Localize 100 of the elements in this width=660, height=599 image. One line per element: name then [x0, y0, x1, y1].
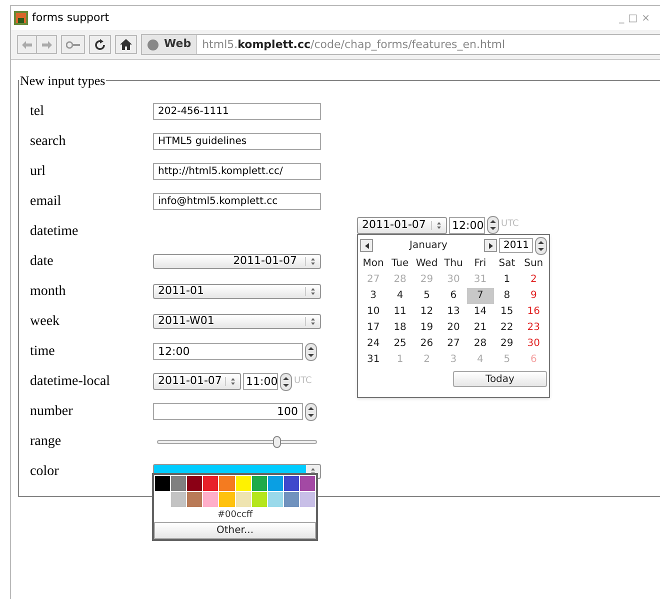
- weekday-header: Sun: [523, 257, 544, 271]
- calendar-day[interactable]: 25: [386, 336, 414, 352]
- color-swatch[interactable]: [268, 492, 283, 507]
- calendar-day[interactable]: 1: [494, 272, 520, 288]
- color-swatch[interactable]: [268, 476, 283, 491]
- spin-arrows-icon: [310, 287, 316, 296]
- calendar-day[interactable]: 14: [466, 304, 494, 320]
- field-label: number: [30, 403, 74, 421]
- dropdown-field[interactable]: 2011-01-07: [153, 254, 321, 269]
- weekday-header: Thu: [443, 257, 464, 271]
- field-label: datetime: [30, 223, 80, 241]
- calendar-day[interactable]: 8: [494, 288, 520, 304]
- color-swatch[interactable]: [203, 492, 218, 507]
- next-month-button[interactable]: [484, 239, 497, 252]
- home-button[interactable]: [115, 35, 137, 54]
- color-swatch[interactable]: [219, 476, 234, 491]
- color-swatch[interactable]: [284, 476, 299, 491]
- calendar-day[interactable]: 7: [466, 288, 494, 304]
- spin-button[interactable]: [280, 372, 292, 390]
- spin-button[interactable]: [305, 402, 317, 420]
- time-field[interactable]: 12:00: [449, 216, 485, 234]
- color-swatch[interactable]: [203, 476, 218, 491]
- color-swatch[interactable]: [252, 492, 267, 507]
- spin-field[interactable]: 12:00: [153, 343, 303, 360]
- color-swatch[interactable]: [284, 492, 299, 507]
- range-slider[interactable]: [157, 434, 317, 448]
- calendar-day[interactable]: 31: [360, 352, 387, 368]
- calendar-day[interactable]: 20: [440, 320, 467, 336]
- month-label: January: [408, 239, 448, 253]
- color-swatch[interactable]: [171, 476, 186, 491]
- calendar-day[interactable]: 2: [520, 272, 547, 288]
- field-label: url: [30, 163, 47, 181]
- color-swatch[interactable]: [187, 492, 202, 507]
- calendar-day[interactable]: 17: [360, 320, 387, 336]
- calendar-day[interactable]: 26: [413, 336, 440, 352]
- home-icon: [120, 39, 132, 50]
- forward-button[interactable]: [37, 35, 57, 54]
- timezone-label: UTC: [294, 374, 312, 388]
- spin-arrows-icon: [230, 377, 236, 386]
- color-swatch[interactable]: [155, 476, 170, 491]
- calendar-day[interactable]: 12: [413, 304, 440, 320]
- previous-month-button[interactable]: [360, 239, 373, 252]
- key-icon: [66, 40, 80, 48]
- calendar-day[interactable]: 18: [386, 320, 414, 336]
- calendar-day[interactable]: 23: [520, 320, 547, 336]
- year-field[interactable]: 2011: [499, 238, 533, 253]
- left-triangle-icon: [364, 242, 368, 248]
- spin-button[interactable]: [305, 342, 317, 360]
- calendar-day[interactable]: 16: [520, 304, 547, 320]
- calendar-day[interactable]: 10: [360, 304, 387, 320]
- calendar-day[interactable]: 21: [466, 320, 494, 336]
- back-button[interactable]: [17, 35, 37, 54]
- calendar-day[interactable]: 27: [440, 336, 467, 352]
- calendar-day[interactable]: 24: [360, 336, 387, 352]
- weekday-header: Tue: [390, 257, 410, 271]
- calendar-day[interactable]: 6: [440, 288, 467, 304]
- calendar-day[interactable]: 5: [413, 288, 440, 304]
- calendar-day[interactable]: 4: [386, 288, 414, 304]
- field-label: range: [30, 433, 62, 451]
- date-field[interactable]: 2011-01-07: [357, 216, 447, 234]
- spin-field[interactable]: 100: [153, 403, 303, 420]
- calendar-day[interactable]: 11: [386, 304, 414, 320]
- other-color-button[interactable]: Other...: [154, 522, 316, 539]
- color-swatch[interactable]: [219, 492, 234, 507]
- today-button[interactable]: Today: [453, 371, 547, 387]
- date-field[interactable]: 2011-01-07: [153, 373, 241, 390]
- field-label: email: [30, 193, 62, 211]
- color-value: #00ccff: [216, 509, 254, 522]
- color-swatch[interactable]: [171, 492, 186, 507]
- reload-button[interactable]: [89, 35, 111, 54]
- color-swatch[interactable]: [300, 492, 315, 507]
- dropdown-field[interactable]: 2011-W01: [153, 314, 321, 329]
- color-swatch[interactable]: [187, 476, 202, 491]
- calendar-day[interactable]: 15: [494, 304, 520, 320]
- text-field[interactable]: 202-456-1111: [153, 103, 321, 120]
- window-title: forms support: [32, 10, 110, 26]
- calendar-day[interactable]: 28: [466, 336, 494, 352]
- calendar-day[interactable]: 19: [413, 320, 440, 336]
- color-swatch[interactable]: [300, 476, 315, 491]
- color-swatch[interactable]: [236, 492, 251, 507]
- color-swatch[interactable]: [236, 476, 251, 491]
- calendar-day[interactable]: 3: [360, 288, 387, 304]
- calendar-day[interactable]: 9: [520, 288, 547, 304]
- calendar-day[interactable]: 22: [494, 320, 520, 336]
- time-field[interactable]: 11:00: [243, 373, 278, 390]
- text-field[interactable]: HTML5 guidelines: [153, 133, 321, 150]
- calendar-day[interactable]: 13: [440, 304, 467, 320]
- text-field[interactable]: info@html5.komplett.cc: [153, 193, 321, 210]
- spin-button[interactable]: [535, 236, 547, 254]
- text-field[interactable]: http://html5.komplett.cc/: [153, 163, 321, 180]
- calendar-day[interactable]: 29: [494, 336, 520, 352]
- color-swatch[interactable]: [252, 476, 267, 491]
- timezone-label: UTC: [501, 218, 519, 232]
- calendar-day[interactable]: 30: [520, 336, 547, 352]
- app-icon: [14, 11, 28, 25]
- fieldset-legend: New input types: [19, 71, 106, 90]
- dropdown-field[interactable]: 2011-01: [153, 284, 321, 299]
- spin-button[interactable]: [487, 216, 499, 234]
- weekday-header: Fri: [473, 257, 488, 271]
- field-label: time: [30, 343, 56, 361]
